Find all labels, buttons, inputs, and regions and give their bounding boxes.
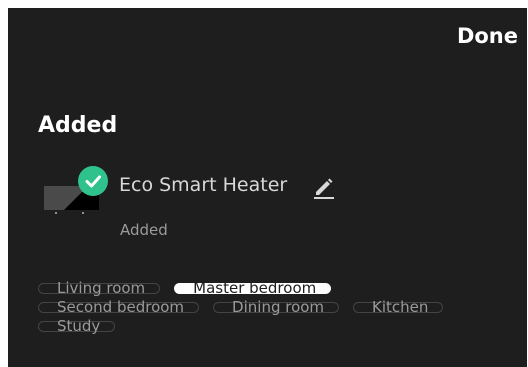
add-device-screen: Done Added Eco Smart Heater Added Living… — [8, 8, 527, 367]
room-chip-living-room[interactable]: Living room — [38, 281, 161, 296]
room-chip-master-bedroom[interactable]: Master bedroom — [174, 281, 332, 296]
room-chip-second-bedroom[interactable]: Second bedroom — [38, 300, 200, 315]
done-button[interactable]: Done — [457, 24, 518, 48]
room-row: Study — [38, 316, 508, 335]
pencil-icon[interactable] — [312, 175, 336, 199]
room-chip-dining-room[interactable]: Dining room — [213, 300, 340, 315]
device-name: Eco Smart Heater — [119, 174, 288, 196]
section-title: Added — [38, 113, 118, 138]
room-selector: Living room Master bedroom Second bedroo… — [38, 278, 508, 335]
room-row: Living room Master bedroom — [38, 278, 508, 297]
check-circle-icon — [78, 166, 108, 196]
room-chip-study[interactable]: Study — [38, 319, 116, 334]
room-chip-kitchen[interactable]: Kitchen — [353, 300, 444, 315]
device-status: Added — [120, 221, 168, 239]
room-row: Second bedroom Dining room Kitchen — [38, 297, 508, 316]
